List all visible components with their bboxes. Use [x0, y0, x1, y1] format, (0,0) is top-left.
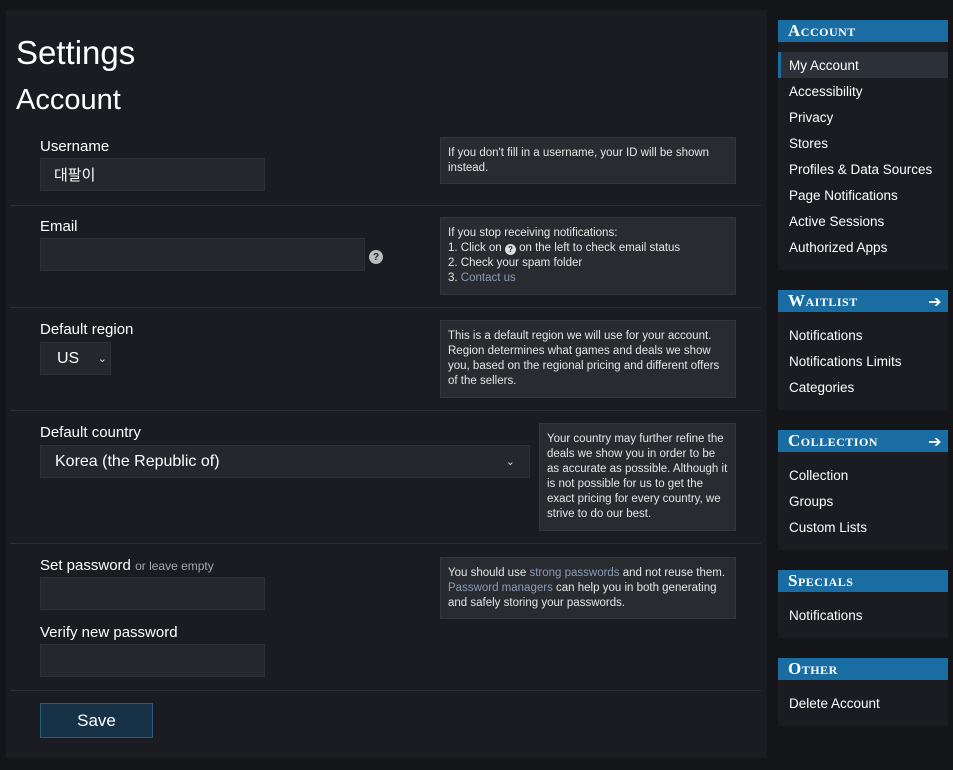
password-label: Set password or leave empty [40, 557, 214, 574]
sidebar-heading-specials: Specials [778, 570, 948, 592]
sidebar-group-other: Other Delete Account [778, 658, 948, 726]
section-title: Account [16, 84, 121, 116]
username-help: If you don't fill in a username, your ID… [440, 137, 736, 184]
sidebar-heading-collection[interactable]: Collection ➔ [778, 430, 948, 452]
chevron-down-icon: ⌄ [505, 456, 515, 468]
username-label: Username [40, 138, 110, 155]
sidebar-group-specials: Specials Notifications [778, 570, 948, 638]
save-button[interactable]: Save [40, 703, 153, 738]
sidebar-heading-other: Other [778, 658, 948, 680]
sidebar-item-categories[interactable]: Categories [778, 374, 948, 400]
sidebar-item-my-account[interactable]: My Account [778, 52, 948, 78]
region-selected-value: US [57, 349, 80, 367]
contact-us-link[interactable]: Contact us [461, 272, 516, 284]
sidebar-group-collection: Collection ➔ Collection Groups Custom Lis… [778, 430, 948, 550]
region-select[interactable]: US ⌄ [40, 342, 111, 375]
chevron-down-icon: ⌄ [97, 353, 107, 365]
divider [10, 205, 761, 206]
divider [10, 307, 761, 308]
verify-password-input[interactable] [40, 644, 265, 677]
country-selected-value: Korea (the Republic of) [55, 452, 220, 470]
verify-password-label: Verify new password [40, 624, 178, 641]
password-help: You should use strong passwords and not … [440, 557, 736, 619]
divider [10, 543, 761, 544]
arrow-right-icon[interactable]: ➔ [928, 432, 942, 451]
region-help-text: This is a default region we will use for… [448, 330, 720, 387]
password-help-text: You should use [448, 567, 527, 579]
sidebar-item-active-sessions[interactable]: Active Sessions [778, 208, 948, 234]
sidebar-item-groups[interactable]: Groups [778, 488, 948, 514]
email-label: Email [40, 218, 78, 235]
sidebar-item-page-notifications[interactable]: Page Notifications [778, 182, 948, 208]
sidebar-item-authorized-apps[interactable]: Authorized Apps [778, 234, 948, 260]
sidebar-item-waitlist-notifications[interactable]: Notifications [778, 322, 948, 348]
divider [10, 410, 761, 411]
country-help: Your country may further refine the deal… [539, 423, 736, 531]
page-title: Settings [16, 34, 136, 71]
sidebar-item-notifications-limits[interactable]: Notifications Limits [778, 348, 948, 374]
arrow-right-icon[interactable]: ➔ [928, 292, 942, 311]
divider [10, 690, 761, 691]
region-label: Default region [40, 321, 134, 338]
sidebar-heading-waitlist[interactable]: Waitlist ➔ [778, 290, 948, 312]
password-label-hint: or leave empty [135, 559, 214, 573]
password-input[interactable] [40, 577, 265, 610]
sidebar-item-collection[interactable]: Collection [778, 462, 948, 488]
sidebar-item-profiles[interactable]: Profiles & Data Sources [778, 156, 948, 182]
sidebar-item-privacy[interactable]: Privacy [778, 104, 948, 130]
country-select[interactable]: Korea (the Republic of) ⌄ [40, 445, 530, 478]
email-help-title: If you stop receiving notifications: [448, 227, 618, 239]
country-label: Default country [40, 424, 141, 441]
email-input[interactable] [40, 238, 365, 271]
question-circle-icon: ? [504, 244, 516, 255]
country-help-text: Your country may further refine the deal… [547, 433, 728, 520]
strong-passwords-link[interactable]: strong passwords [529, 567, 619, 579]
question-circle-icon[interactable]: ? [369, 250, 383, 264]
password-label-text: Set password [40, 557, 131, 574]
email-help-step-3: 3. Contact us [448, 272, 516, 284]
username-input[interactable]: 대팔이 [40, 158, 265, 191]
sidebar-group-waitlist: Waitlist ➔ Notifications Notifications Li… [778, 290, 948, 410]
email-help-step-1: 1. Click on ? on the left to check email… [448, 242, 681, 255]
password-help-text: and not reuse them. [622, 567, 726, 579]
email-help: If you stop receiving notifications: 1. … [440, 217, 736, 295]
region-help: This is a default region we will use for… [440, 320, 736, 398]
sidebar-heading-account: Account [778, 20, 948, 42]
sidebar-item-delete-account[interactable]: Delete Account [778, 690, 948, 716]
sidebar-item-accessibility[interactable]: Accessibility [778, 78, 948, 104]
sidebar-item-stores[interactable]: Stores [778, 130, 948, 156]
username-help-text: If you don't fill in a username, your ID… [448, 147, 710, 174]
sidebar-item-custom-lists[interactable]: Custom Lists [778, 514, 948, 540]
sidebar-item-specials-notifications[interactable]: Notifications [778, 602, 948, 628]
email-help-step-2: 2. Check your spam folder [448, 257, 583, 269]
password-managers-link[interactable]: Password managers [448, 582, 553, 594]
sidebar-group-account: Account My Account Accessibility Privacy… [778, 20, 948, 270]
